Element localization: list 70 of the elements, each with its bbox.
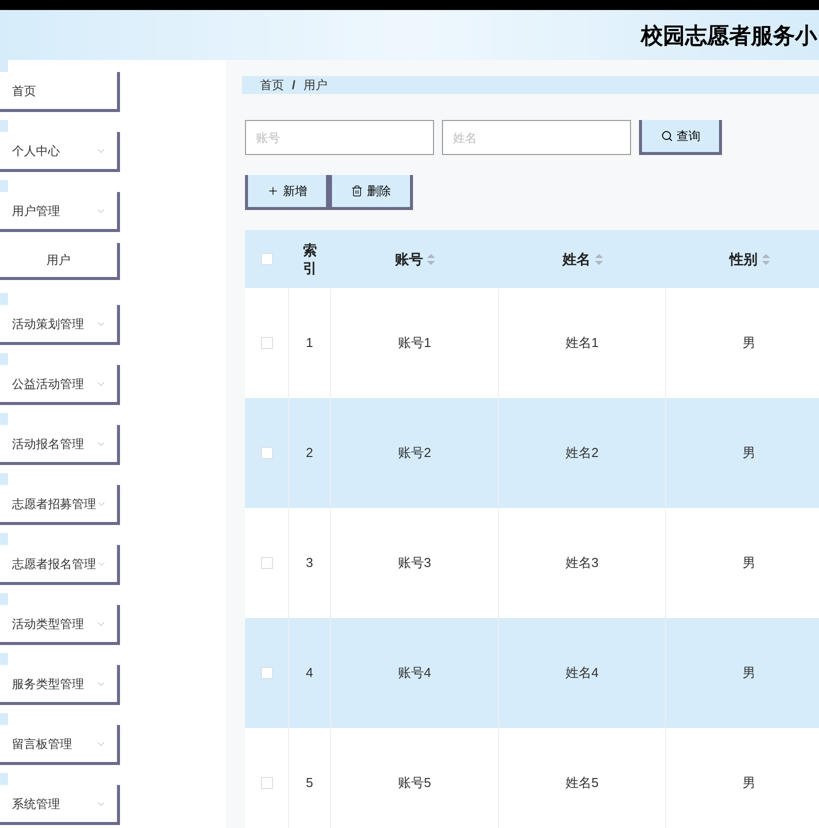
sidebar-marker [0, 593, 8, 605]
column-header: 姓名 [562, 250, 590, 268]
sidebar-item[interactable]: 用户管理 [0, 192, 120, 232]
checkbox[interactable] [260, 557, 272, 569]
table-cell-text: 姓名2 [565, 444, 599, 462]
sidebar-marker [0, 653, 8, 665]
search-button[interactable]: 查询 [639, 120, 722, 155]
sort-icon[interactable] [427, 254, 435, 264]
sidebar-marker [0, 473, 8, 485]
sidebar-marker [0, 533, 8, 545]
table-cell-text: 账号4 [398, 664, 432, 682]
search-field[interactable]: 账号 [245, 120, 434, 155]
table-cell-text: 账号5 [398, 774, 432, 792]
sidebar-marker [0, 353, 8, 365]
table-cell-text: 姓名4 [565, 664, 599, 682]
column-header: 索引 [303, 240, 317, 278]
sidebar-marker [0, 773, 8, 785]
checkbox[interactable] [260, 447, 272, 459]
sidebar-marker [0, 120, 8, 132]
table-cell-text: 3 [306, 554, 314, 572]
search-icon [660, 130, 672, 142]
add-button[interactable]: 新增 [245, 175, 329, 210]
sidebar-item[interactable]: 志愿者报名管理 [0, 545, 120, 585]
table-cell-text: 男 [742, 774, 756, 792]
column-header: 账号 [395, 250, 423, 268]
table-cell-text: 账号1 [398, 334, 432, 352]
table-cell-text: 男 [742, 334, 756, 352]
table-cell-text: 账号3 [398, 554, 432, 572]
trash-icon [351, 185, 363, 197]
breadcrumb-item: 用户 [303, 77, 328, 94]
sidebar-marker [0, 413, 8, 425]
table-cell-text: 男 [742, 664, 756, 682]
plus-icon [267, 185, 279, 197]
table-cell-text: 4 [306, 664, 314, 682]
breadcrumb-item[interactable]: 首页 [260, 76, 284, 94]
sidebar-item[interactable]: 公益活动管理 [0, 365, 120, 405]
sort-icon[interactable] [594, 254, 602, 264]
delete-button[interactable]: 删除 [329, 175, 413, 210]
table-cell-text: 姓名1 [565, 334, 599, 352]
sort-icon[interactable] [762, 254, 770, 264]
sidebar-item[interactable]: 活动报名管理 [0, 425, 120, 465]
table-cell-text: 男 [742, 554, 756, 572]
table-cell-text: 姓名5 [565, 774, 599, 792]
checkbox[interactable] [261, 253, 273, 265]
table-cell-text: 1 [306, 334, 314, 352]
checkbox[interactable] [260, 667, 272, 679]
sidebar-item[interactable]: 首页 [0, 72, 120, 112]
sidebar-item[interactable]: 个人中心 [0, 132, 120, 172]
sidebar-marker [0, 713, 8, 725]
sidebar-item[interactable]: 服务类型管理 [0, 665, 120, 705]
app-title: 校园志愿者服务小 [641, 22, 817, 50]
table-cell-text: 2 [306, 444, 314, 462]
sidebar-item[interactable]: 用户 [0, 243, 120, 280]
checkbox[interactable] [260, 777, 272, 789]
checkbox[interactable] [260, 337, 272, 349]
column-header: 性别 [730, 250, 758, 268]
table-cell-text: 账号2 [398, 444, 432, 462]
sidebar-marker [0, 180, 8, 192]
table-cell-text: 姓名3 [565, 554, 599, 572]
sidebar-marker [0, 293, 8, 305]
sidebar-item[interactable]: 志愿者招募管理 [0, 485, 120, 525]
sidebar-item[interactable]: 活动策划管理 [0, 305, 120, 345]
sidebar-item[interactable]: 活动类型管理 [0, 605, 120, 645]
search-field[interactable]: 姓名 [442, 120, 631, 155]
breadcrumb-separator: / [292, 77, 296, 94]
sidebar-item[interactable]: 系统管理 [0, 785, 120, 825]
table-cell-text: 5 [306, 774, 314, 792]
table-cell-text: 男 [742, 444, 756, 462]
sidebar-marker [0, 60, 8, 72]
sidebar-item[interactable]: 留言板管理 [0, 725, 120, 765]
